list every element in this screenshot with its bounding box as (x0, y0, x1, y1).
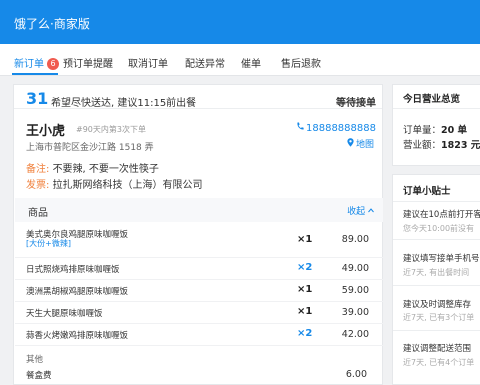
active-tab-indicator (12, 73, 58, 75)
remark-text: 不要辣, 不要一次性筷子 (52, 164, 159, 175)
order-status: 等待接单 (336, 98, 376, 109)
title-bar: 饿了么·商家版 (0, 0, 480, 44)
item-name: 天生大腿原味咖喱饭 (26, 309, 103, 319)
tab-preorder-reminder[interactable]: 预订单提醒 (63, 55, 113, 70)
item-price: 39.00 (341, 307, 369, 318)
order-count-label: 订单量： (403, 125, 442, 136)
item-name: 日式照烧鸡排原味咖喱饭 (26, 265, 120, 275)
tip-title[interactable]: 建议填写接单手机号 (403, 252, 480, 264)
customer-name: 王小虎 (26, 124, 66, 139)
order-card: 31 希望尽快送达, 建议11:15前出餐 等待接单 王小虎 #90天内第3次下… (13, 84, 383, 385)
remark-label: 备注: (26, 164, 50, 175)
new-orders-badge: 6 (47, 58, 59, 70)
divider (393, 201, 480, 202)
pin-icon (347, 138, 354, 150)
app-title: 饿了么·商家版 (14, 17, 90, 31)
customer-address: 上海市普陀区金沙江路 1518 弄 (26, 143, 154, 153)
phone-number: 18888888888 (306, 123, 376, 134)
tip-subtitle: 近7天, 已有4个订单 (403, 358, 475, 367)
customer-order-count: #90天内第3次下单 (76, 125, 146, 134)
revenue-value: 1823 元 (441, 140, 480, 151)
tab-label: 新订单 (14, 59, 44, 70)
item-price: 42.00 (341, 329, 369, 340)
item-quantity: ×1 (297, 284, 313, 295)
tab-cancelled-orders[interactable]: 取消订单 (128, 55, 168, 70)
item-spec: [大份+微辣] (26, 239, 71, 248)
delivery-hint: 希望尽快送达, 建议11:15前出餐 (51, 98, 197, 109)
divider (14, 108, 382, 109)
divider (393, 108, 480, 109)
order-item-row: 天生大腿原味咖喱饭 ×1 39.00 (15, 302, 383, 324)
revenue-label: 营业额： (403, 140, 442, 151)
tip-subtitle: 您今天10:00前没有 (403, 224, 475, 233)
tab-new-orders[interactable]: 新订单 6 (14, 55, 59, 70)
divider (393, 330, 480, 331)
item-name: 澳洲黑胡椒鸡腿原味咖喱饭 (26, 287, 129, 297)
collapse-button[interactable]: 收起 (347, 204, 374, 217)
divider (393, 285, 480, 286)
chevron-up-icon (368, 208, 374, 213)
item-name: 蒜香火烤嫩鸡排原味咖喱饭 (26, 331, 129, 341)
goods-header: 商品 收起 (15, 198, 383, 222)
fee-price: 6.00 (345, 369, 367, 380)
item-quantity: ×1 (297, 234, 313, 245)
tip-title[interactable]: 建议在10点前打开客户 (403, 208, 480, 220)
item-quantity: ×2 (297, 328, 313, 339)
goods-title: 商品 (28, 208, 48, 219)
order-remark: 备注: 不要辣, 不要一次性筷子 (26, 160, 159, 175)
invoice-label: 发票: (26, 180, 50, 191)
other-section-title: 其他 (26, 355, 44, 365)
divider (393, 239, 480, 240)
summary-title: 今日营业总览 (403, 94, 461, 105)
tab-delivery-exception[interactable]: 配送异常 (185, 55, 225, 70)
map-label: 地图 (355, 140, 374, 150)
tab-reminders[interactable]: 催单 (241, 55, 261, 70)
customer-phone-link[interactable]: 18888888888 (296, 122, 376, 134)
business-summary-card: 今日营业总览 订单量：20 单 营业额：1823 元 (392, 84, 480, 166)
fee-name: 餐盒费 (26, 371, 52, 381)
item-quantity: ×2 (297, 262, 313, 273)
item-price: 89.00 (341, 234, 369, 245)
tips-title: 订单小贴士 (403, 186, 451, 197)
tip-title[interactable]: 建议及时调整库存 (403, 298, 471, 310)
order-item-row: 蒜香火烤嫩鸡排原味咖喱饭 ×2 42.00 (15, 324, 383, 346)
collapse-label: 收起 (347, 207, 366, 217)
order-count-stat: 订单量：20 单 (403, 122, 467, 136)
tip-subtitle: 近7天, 已有3个订单 (403, 313, 475, 322)
item-price: 59.00 (341, 285, 369, 296)
tab-bar: 新订单 6 预订单提醒 取消订单 配送异常 催单 售后退款 (0, 44, 480, 76)
order-item-row: 日式照烧鸡排原味咖喱饭 ×2 49.00 (15, 258, 383, 280)
order-tips-card: 订单小贴士 建议在10点前打开客户 您今天10:00前没有 建议填写接单手机号 … (392, 174, 480, 385)
phone-icon (296, 122, 304, 134)
order-number: 31 (26, 89, 49, 108)
item-price: 49.00 (341, 263, 369, 274)
item-quantity: ×1 (297, 306, 313, 317)
revenue-stat: 营业额：1823 元 (403, 137, 480, 151)
order-item-row: 澳洲黑胡椒鸡腿原味咖喱饭 ×1 59.00 (15, 280, 383, 302)
order-invoice: 发票: 拉扎斯网络科技（上海）有限公司 (26, 176, 203, 191)
order-count-value: 20 单 (441, 125, 468, 136)
map-link[interactable]: 地图 (347, 137, 374, 150)
order-item-row: 美式奥尔良鸡腿原味咖喱饭 [大份+微辣] ×1 89.00 (15, 223, 383, 258)
invoice-text: 拉扎斯网络科技（上海）有限公司 (52, 180, 203, 191)
tip-title[interactable]: 建议调整配送范围 (403, 342, 471, 354)
tab-refunds[interactable]: 售后退款 (281, 55, 321, 70)
tip-subtitle: 近7天, 有出餐时间 (403, 268, 470, 277)
